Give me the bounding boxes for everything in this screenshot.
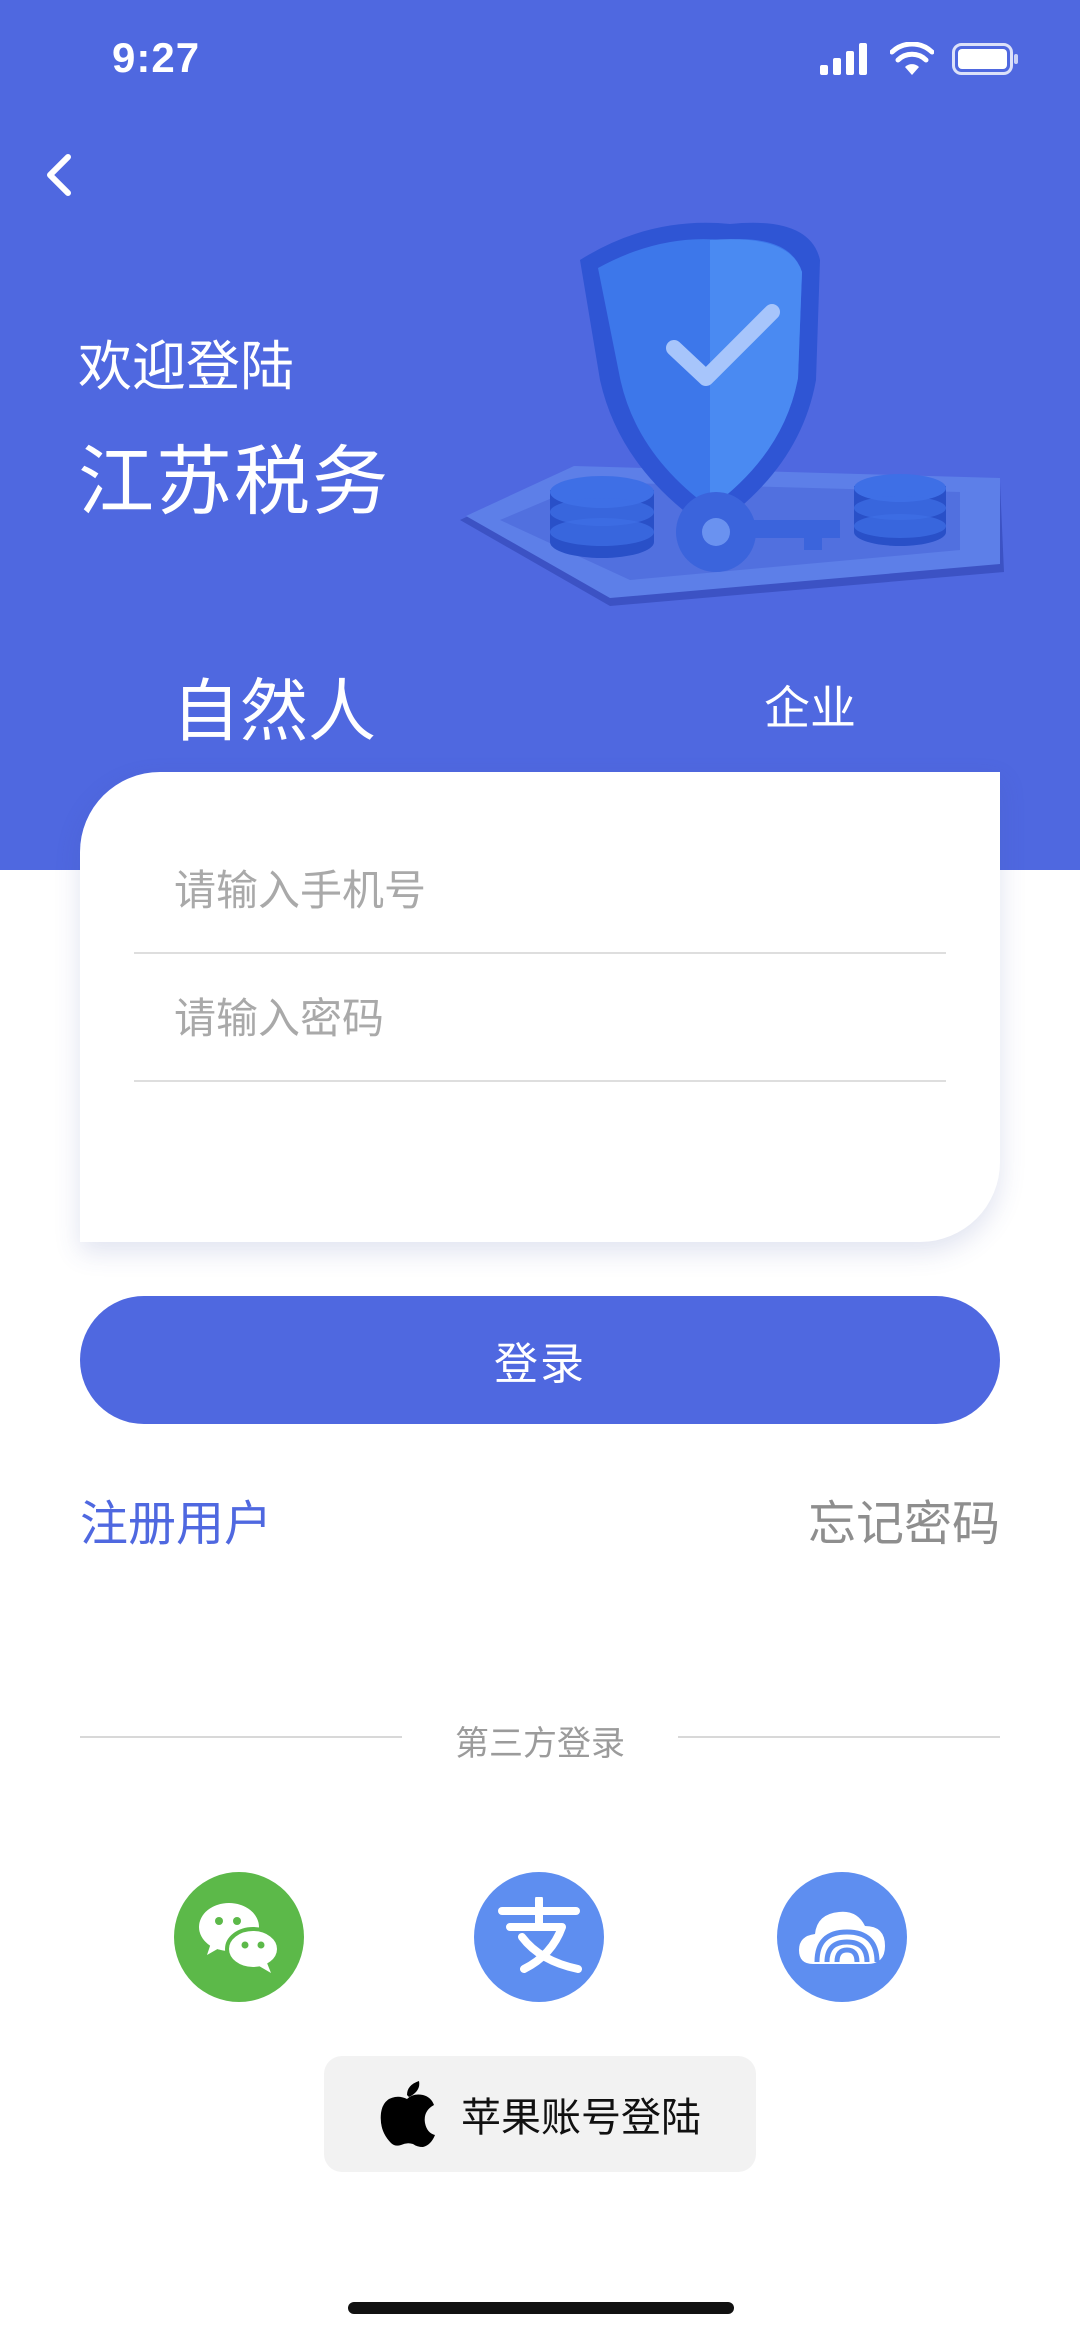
app-name: 江苏税务 (78, 437, 390, 526)
divider-left (80, 1736, 402, 1738)
login-card (80, 772, 1000, 1242)
status-icons (820, 42, 1020, 76)
home-indicator (348, 2302, 734, 2314)
cloud-login-button[interactable] (777, 1872, 907, 2002)
password-field (134, 954, 946, 1082)
chevron-left-icon (47, 154, 71, 196)
alipay-login-button[interactable] (474, 1872, 604, 2002)
tab-enterprise[interactable]: 企业 (764, 672, 856, 738)
security-shield-illustration (460, 222, 1004, 606)
third-party-login-label: 第三方登录 (455, 1724, 625, 1764)
apple-icon (380, 2081, 435, 2147)
back-button[interactable] (24, 140, 94, 210)
status-time: 9:27 (112, 34, 201, 81)
welcome-text: 欢迎登陆 (78, 335, 294, 398)
phone-input[interactable] (174, 826, 934, 954)
wechat-icon (199, 1903, 281, 1973)
forgot-password-link[interactable]: 忘记密码 (808, 1484, 1000, 1554)
apple-login-label: 苹果账号登陆 (461, 2095, 701, 2141)
divider-right (678, 1736, 1000, 1738)
battery-icon (952, 43, 1018, 75)
status-bar: 9:27 (0, 0, 1080, 120)
alipay-icon (498, 1897, 582, 1973)
signal-icon (820, 43, 867, 75)
wifi-icon (890, 42, 934, 75)
apple-login-button[interactable]: 苹果账号登陆 (324, 2056, 756, 2172)
register-link[interactable]: 注册用户 (80, 1484, 272, 1554)
phone-field (134, 826, 946, 954)
password-input[interactable] (174, 954, 934, 1082)
wechat-login-button[interactable] (174, 1872, 304, 2002)
cloud-icon (799, 1911, 885, 1964)
tab-natural-person[interactable]: 自然人 (172, 656, 376, 755)
login-button[interactable]: 登录 (80, 1296, 1000, 1424)
